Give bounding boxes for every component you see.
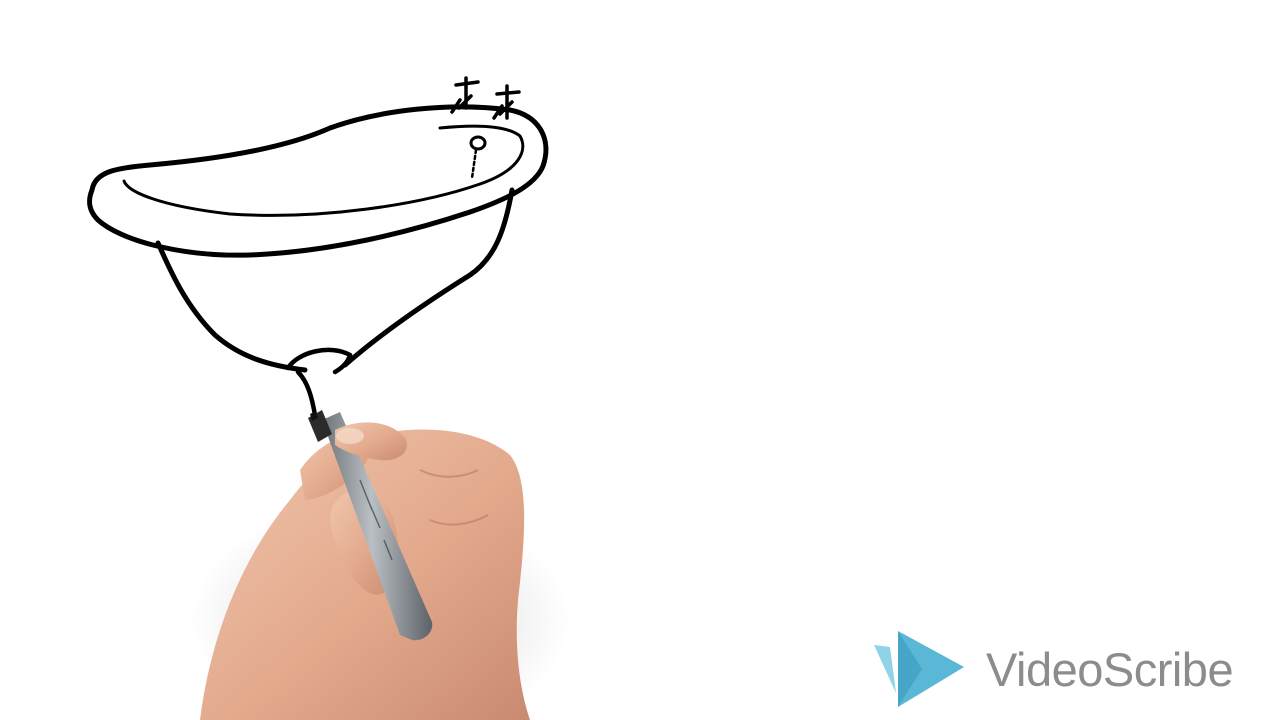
videoscribe-logo-icon [874, 631, 964, 707]
videoscribe-brand-text: VideoScribe [986, 642, 1234, 696]
video-frame: VideoScribe [0, 0, 1280, 720]
whiteboard-drawing [87, 76, 570, 720]
hand-with-marker-icon [190, 410, 570, 720]
videoscribe-watermark: VideoScribe [872, 628, 1272, 710]
clawfoot-bathtub-sketch-icon [87, 76, 549, 418]
